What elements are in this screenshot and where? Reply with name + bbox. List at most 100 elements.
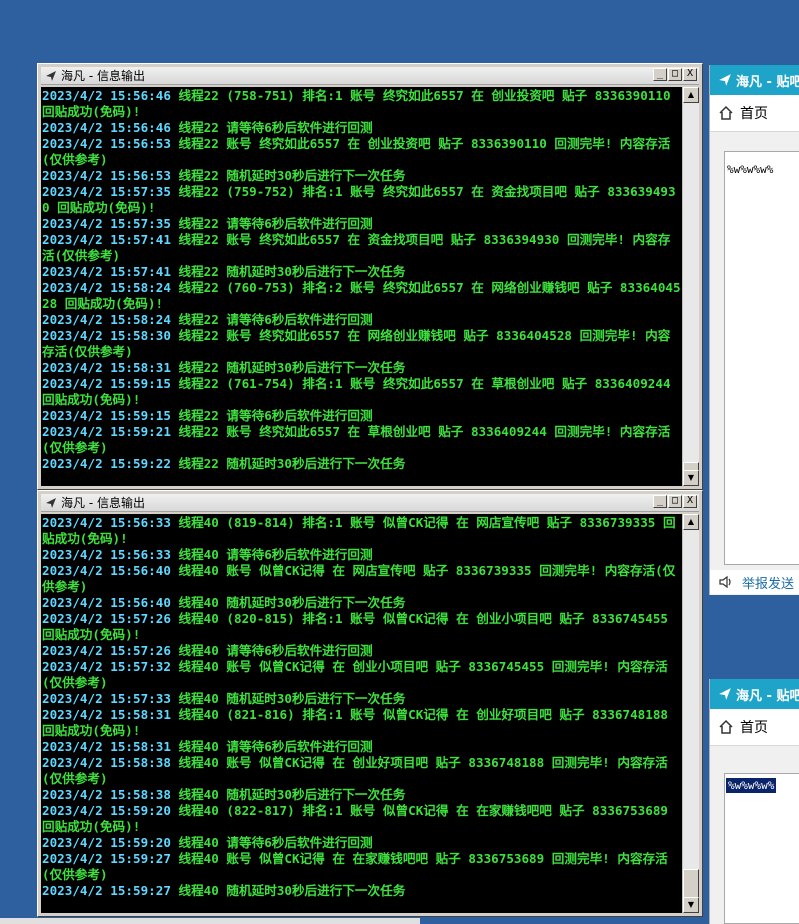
log-message: 线程40 请等待6秒后软件进行回测 bbox=[170, 643, 373, 658]
scroll-up-button[interactable]: ▲ bbox=[683, 514, 699, 530]
log-timestamp: 2023/4/2 15:59:22 bbox=[42, 456, 171, 471]
log-line: 2023/4/2 15:58:31 线程40 (821-816) 排名:1 账号… bbox=[42, 707, 682, 739]
log-line: 2023/4/2 15:58:31 线程22 随机延时30秒后进行下一次任务 bbox=[42, 360, 682, 376]
log-message: 线程22 随机延时30秒后进行下一次任务 bbox=[170, 360, 406, 375]
taskbar-strip bbox=[0, 918, 420, 924]
nav-home[interactable]: 首页 bbox=[710, 709, 799, 746]
app-titlebar[interactable]: 海凡 - 贴吧 bbox=[710, 65, 799, 95]
log-message: 线程22 请等待6秒后软件进行回测 bbox=[170, 216, 373, 231]
minimize-button[interactable]: _ bbox=[653, 495, 667, 508]
log-message: 线程22 随机延时30秒后进行下一次任务 bbox=[170, 168, 406, 183]
log-line: 2023/4/2 15:56:46 线程22 请等待6秒后软件进行回测 bbox=[42, 120, 682, 136]
log-line: 2023/4/2 15:59:20 线程40 (822-817) 排名:1 账号… bbox=[42, 803, 682, 835]
log-timestamp: 2023/4/2 15:56:33 bbox=[42, 515, 171, 530]
log-line: 2023/4/2 15:57:33 线程40 随机延时30秒后进行下一次任务 bbox=[42, 691, 682, 707]
log-message: 线程40 请等待6秒后软件进行回测 bbox=[170, 547, 373, 562]
vertical-scrollbar[interactable]: ▲ ▼ bbox=[682, 87, 699, 486]
log-timestamp: 2023/4/2 15:58:38 bbox=[42, 755, 171, 770]
scroll-down-button[interactable]: ▼ bbox=[683, 897, 699, 913]
log-message: 线程22 随机延时30秒后进行下一次任务 bbox=[170, 264, 406, 279]
log-timestamp: 2023/4/2 15:58:31 bbox=[42, 739, 171, 754]
maximize-button[interactable]: □ bbox=[668, 495, 682, 508]
report-bar[interactable]: 举报发送 bbox=[710, 570, 799, 594]
scroll-up-button[interactable]: ▲ bbox=[683, 87, 699, 103]
log-message: 线程40 请等待6秒后软件进行回测 bbox=[170, 835, 373, 850]
app-title: 海凡 - 贴吧 bbox=[736, 688, 799, 704]
log-line: 2023/4/2 15:59:22 线程22 随机延时30秒后进行下一次任务 bbox=[42, 456, 682, 472]
home-icon bbox=[718, 719, 734, 735]
log-line: 2023/4/2 15:58:38 线程40 账号 似曾CK记得 在 创业好项目… bbox=[42, 755, 682, 787]
log-timestamp: 2023/4/2 15:56:33 bbox=[42, 547, 171, 562]
log-line: 2023/4/2 15:56:53 线程22 随机延时30秒后进行下一次任务 bbox=[42, 168, 682, 184]
log-line: 2023/4/2 15:59:20 线程40 请等待6秒后软件进行回测 bbox=[42, 835, 682, 851]
log-timestamp: 2023/4/2 15:59:27 bbox=[42, 851, 171, 866]
log-timestamp: 2023/4/2 15:56:40 bbox=[42, 563, 171, 578]
console-window-1: 海凡 - 信息输出 _ □ X 2023/4/2 15:56:46 线程22 (… bbox=[37, 63, 703, 490]
log-message: 线程22 请等待6秒后软件进行回测 bbox=[170, 312, 373, 327]
log-timestamp: 2023/4/2 15:58:24 bbox=[42, 280, 171, 295]
log-timestamp: 2023/4/2 15:57:41 bbox=[42, 232, 171, 247]
log-line: 2023/4/2 15:59:15 线程22 请等待6秒后软件进行回测 bbox=[42, 408, 682, 424]
maximize-button[interactable]: □ bbox=[668, 68, 682, 81]
log-timestamp: 2023/4/2 15:56:40 bbox=[42, 595, 171, 610]
log-timestamp: 2023/4/2 15:56:53 bbox=[42, 168, 171, 183]
app-logo-icon bbox=[718, 687, 732, 701]
log-timestamp: 2023/4/2 15:57:35 bbox=[42, 184, 171, 199]
log-timestamp: 2023/4/2 15:58:31 bbox=[42, 360, 171, 375]
content-field[interactable]: %w%w%w% bbox=[725, 162, 799, 177]
log-line: 2023/4/2 15:58:38 线程40 随机延时30秒后进行下一次任务 bbox=[42, 787, 682, 803]
vertical-scrollbar[interactable]: ▲ ▼ bbox=[682, 514, 699, 913]
window-title: 海凡 - 信息输出 bbox=[61, 496, 145, 510]
log-timestamp: 2023/4/2 15:59:20 bbox=[42, 803, 171, 818]
close-button[interactable]: X bbox=[683, 495, 697, 508]
log-line: 2023/4/2 15:56:33 线程40 请等待6秒后软件进行回测 bbox=[42, 547, 682, 563]
app-window-2: 海凡 - 贴吧 首页 %w%w%w% bbox=[709, 679, 799, 924]
window-titlebar[interactable]: 海凡 - 信息输出 _ □ X bbox=[41, 67, 699, 85]
log-line: 2023/4/2 15:58:24 线程22 (760-753) 排名:2 账号… bbox=[42, 280, 682, 312]
log-line: 2023/4/2 15:59:27 线程40 随机延时30秒后进行下一次任务 bbox=[42, 883, 682, 899]
log-timestamp: 2023/4/2 15:57:26 bbox=[42, 611, 171, 626]
scroll-thumb[interactable] bbox=[683, 869, 699, 899]
log-timestamp: 2023/4/2 15:58:38 bbox=[42, 787, 171, 802]
log-message: 线程40 请等待6秒后软件进行回测 bbox=[170, 739, 373, 754]
log-output: 2023/4/2 15:56:33 线程40 (819-814) 排名:1 账号… bbox=[41, 514, 682, 913]
log-timestamp: 2023/4/2 15:59:15 bbox=[42, 376, 171, 391]
speaker-icon bbox=[718, 575, 734, 589]
minimize-button[interactable]: _ bbox=[653, 68, 667, 81]
app-logo-icon bbox=[44, 69, 58, 83]
log-message: 线程22 随机延时30秒后进行下一次任务 bbox=[170, 456, 406, 471]
log-timestamp: 2023/4/2 15:57:35 bbox=[42, 216, 171, 231]
log-line: 2023/4/2 15:56:40 线程40 随机延时30秒后进行下一次任务 bbox=[42, 595, 682, 611]
log-timestamp: 2023/4/2 15:57:32 bbox=[42, 659, 171, 674]
log-line: 2023/4/2 15:57:32 线程40 账号 似曾CK记得 在 创业小项目… bbox=[42, 659, 682, 691]
log-line: 2023/4/2 15:59:27 线程40 账号 似曾CK记得 在 在家赚钱吧… bbox=[42, 851, 682, 883]
log-timestamp: 2023/4/2 15:57:26 bbox=[42, 643, 171, 658]
window-titlebar[interactable]: 海凡 - 信息输出 _ □ X bbox=[41, 494, 699, 512]
console-window-2: 海凡 - 信息输出 _ □ X 2023/4/2 15:56:33 线程40 (… bbox=[37, 490, 703, 917]
log-line: 2023/4/2 15:59:21 线程22 账号 终究如此6557 在 草根创… bbox=[42, 424, 682, 456]
log-line: 2023/4/2 15:56:46 线程22 (758-751) 排名:1 账号… bbox=[42, 88, 682, 120]
app-logo-icon bbox=[718, 73, 732, 87]
log-line: 2023/4/2 15:58:24 线程22 请等待6秒后软件进行回测 bbox=[42, 312, 682, 328]
log-timestamp: 2023/4/2 15:59:15 bbox=[42, 408, 171, 423]
log-timestamp: 2023/4/2 15:57:41 bbox=[42, 264, 171, 279]
scroll-down-button[interactable]: ▼ bbox=[683, 470, 699, 486]
close-button[interactable]: X bbox=[683, 68, 697, 81]
app-logo-icon bbox=[44, 496, 58, 510]
log-line: 2023/4/2 15:57:41 线程22 随机延时30秒后进行下一次任务 bbox=[42, 264, 682, 280]
content-field[interactable]: %w%w%w% bbox=[726, 778, 777, 793]
log-line: 2023/4/2 15:58:30 线程22 账号 终究如此6557 在 网络创… bbox=[42, 328, 682, 360]
content-panel: %w%w%w% bbox=[724, 151, 799, 565]
report-label[interactable]: 举报发送 bbox=[742, 573, 794, 592]
app-title: 海凡 - 贴吧 bbox=[736, 74, 799, 90]
log-line: 2023/4/2 15:57:26 线程40 (820-815) 排名:1 账号… bbox=[42, 611, 682, 643]
app-window-1: 海凡 - 贴吧 首页 %w%w%w% 举报发送 bbox=[709, 65, 799, 595]
log-line: 2023/4/2 15:57:35 线程22 请等待6秒后软件进行回测 bbox=[42, 216, 682, 232]
nav-home-label: 首页 bbox=[740, 720, 768, 736]
app-titlebar[interactable]: 海凡 - 贴吧 bbox=[710, 679, 799, 709]
log-line: 2023/4/2 15:59:15 线程22 (761-754) 排名:1 账号… bbox=[42, 376, 682, 408]
nav-home[interactable]: 首页 bbox=[710, 95, 799, 132]
log-message: 线程40 随机延时30秒后进行下一次任务 bbox=[170, 787, 406, 802]
log-timestamp: 2023/4/2 15:58:30 bbox=[42, 328, 171, 343]
log-timestamp: 2023/4/2 15:57:33 bbox=[42, 691, 171, 706]
